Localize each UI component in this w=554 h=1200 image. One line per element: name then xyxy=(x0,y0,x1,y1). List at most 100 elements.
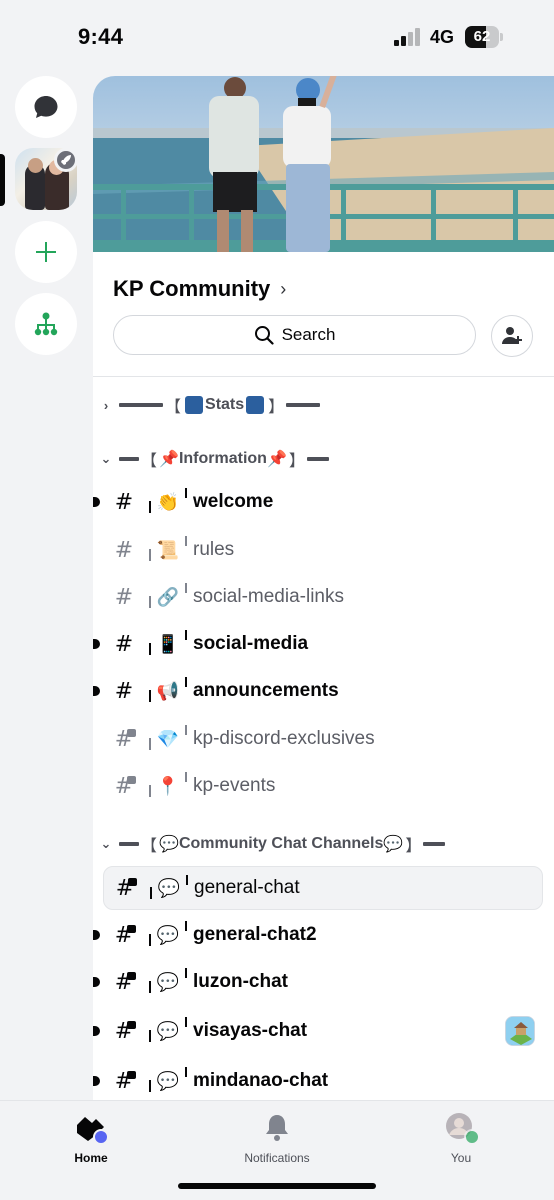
channel-luzon-chat[interactable]: # 💬 luzon-chat xyxy=(93,960,543,1004)
locked-hash-icon: # xyxy=(103,774,145,799)
hub-icon xyxy=(34,312,58,336)
channel-social-media[interactable]: # 📱 social-media xyxy=(93,622,543,666)
category-label: Stats xyxy=(205,396,245,413)
hash-icon: # xyxy=(114,678,134,704)
add-server-button[interactable] xyxy=(15,221,77,283)
channel-name: general-chat xyxy=(194,877,300,898)
channel-name: general-chat2 xyxy=(193,924,317,945)
speech-bubble-icon: 💬 xyxy=(157,877,181,898)
direct-messages-button[interactable] xyxy=(15,76,77,138)
locked-hash-icon: # xyxy=(103,1019,145,1044)
unread-indicator xyxy=(93,1076,100,1086)
status-time: 9:44 xyxy=(78,24,124,49)
speech-bubble-icon: 💬 xyxy=(159,836,179,853)
category-information[interactable]: ⌄ 【 📌 Information 📌 】 xyxy=(99,447,329,471)
hash-icon: # xyxy=(114,489,134,515)
locked-hash-icon: # xyxy=(103,1069,145,1094)
battery-icon: 62 xyxy=(465,26,503,48)
chevron-down-icon: ⌄ xyxy=(100,836,112,851)
add-member-icon xyxy=(502,327,522,344)
invite-members-button[interactable] xyxy=(491,315,533,357)
channel-name: luzon-chat xyxy=(193,971,288,992)
discover-button[interactable] xyxy=(15,293,77,355)
search-icon xyxy=(254,326,274,345)
channel-name: social-media-links xyxy=(193,586,344,607)
activity-app-icon[interactable] xyxy=(505,1016,535,1046)
nav-home[interactable]: Home xyxy=(31,1111,151,1165)
phone-icon: 📱 xyxy=(156,633,180,654)
channel-name: welcome xyxy=(193,491,274,512)
category-label: Information xyxy=(178,450,267,467)
megaphone-icon: 📢 xyxy=(156,680,180,701)
home-indicator xyxy=(178,1183,376,1189)
server-banner xyxy=(93,76,554,252)
pushpin-icon: 📌 xyxy=(159,451,179,468)
speech-bubble-icon: 💬 xyxy=(383,836,404,853)
unread-indicator xyxy=(93,1026,100,1036)
nav-notifications-label: Notifications xyxy=(244,1151,310,1165)
hash-icon: # xyxy=(114,584,134,610)
battery-level: 62 xyxy=(473,28,491,45)
avatar xyxy=(444,1111,480,1145)
nav-notifications[interactable]: Notifications xyxy=(217,1111,337,1165)
speech-bubble-icon: 💬 xyxy=(156,971,180,992)
unread-indicator xyxy=(93,497,100,507)
channel-name: kp-events xyxy=(193,775,276,796)
channel-panel: KP Community › Search › 【 Stats 】 ⌄ 【 📌 xyxy=(93,76,554,1100)
server-header[interactable]: KP Community › xyxy=(113,276,286,302)
chart-icon xyxy=(185,396,204,414)
locked-hash-icon: # xyxy=(103,727,145,752)
channel-name: mindanao-chat xyxy=(193,1070,329,1091)
hash-icon: # xyxy=(114,537,134,563)
locked-hash-icon: # xyxy=(104,876,146,901)
channel-general-chat[interactable]: # 💬 general-chat xyxy=(103,866,543,910)
channel-mindanao-chat[interactable]: # 💬 mindanao-chat xyxy=(93,1059,543,1100)
channel-name: kp-discord-exclusives xyxy=(193,728,375,749)
nav-home-label: Home xyxy=(74,1151,108,1165)
gem-icon: 💎 xyxy=(156,728,180,749)
speech-bubble-icon: 💬 xyxy=(156,1020,180,1041)
channel-general-chat2[interactable]: # 💬 general-chat2 xyxy=(93,913,543,957)
divider xyxy=(93,376,554,377)
hash-icon: # xyxy=(114,631,134,657)
channel-kp-discord-exclusives[interactable]: # 💎 kp-discord-exclusives xyxy=(103,717,543,761)
locked-hash-icon: # xyxy=(103,923,145,948)
unread-indicator xyxy=(93,686,100,696)
channel-social-media-links[interactable]: # 🔗 social-media-links xyxy=(103,575,543,619)
chevron-right-icon: › xyxy=(103,397,109,413)
search-input[interactable]: Search xyxy=(113,315,476,355)
speech-bubble-icon: 💬 xyxy=(156,924,180,945)
chart-icon xyxy=(246,396,265,414)
server-rail xyxy=(0,76,93,1100)
channel-name: announcements xyxy=(193,680,339,701)
channel-name: social-media xyxy=(193,633,309,654)
plus-icon xyxy=(36,242,56,262)
chevron-down-icon: ⌄ xyxy=(100,451,112,466)
category-stats[interactable]: › 【 Stats 】 xyxy=(99,393,321,417)
nav-you[interactable]: You xyxy=(401,1111,521,1165)
status-bar: 9:44 4G 62 xyxy=(0,0,554,76)
chat-bubble-icon xyxy=(34,96,58,118)
selected-server-indicator xyxy=(0,154,5,206)
network-label: 4G xyxy=(430,27,455,47)
pin-icon: 📍 xyxy=(156,775,180,796)
category-community-chat-channels[interactable]: ⌄ 【 💬 Community Chat Channels 💬 】 xyxy=(99,832,446,856)
locked-hash-icon: # xyxy=(103,970,145,995)
nav-you-label: You xyxy=(450,1151,472,1165)
unread-indicator xyxy=(93,977,100,987)
unread-indicator xyxy=(93,639,100,649)
channel-visayas-chat[interactable]: # 💬 visayas-chat xyxy=(93,1009,543,1053)
home-icon xyxy=(74,1111,109,1145)
clap-icon: 👏 xyxy=(156,491,180,512)
channel-announcements[interactable]: # 📢 announcements xyxy=(93,669,543,713)
chevron-right-icon: › xyxy=(280,278,287,299)
channel-name: rules xyxy=(193,539,235,560)
channel-welcome[interactable]: # 👏 welcome xyxy=(93,480,543,524)
rocket-icon xyxy=(54,148,78,172)
server-name: KP Community xyxy=(113,276,271,301)
channel-name: visayas-chat xyxy=(193,1020,308,1041)
scroll-icon: 📜 xyxy=(156,539,180,560)
channel-rules[interactable]: # 📜 rules xyxy=(103,528,543,572)
channel-kp-events[interactable]: # 📍 kp-events xyxy=(103,764,543,808)
bell-icon xyxy=(260,1111,294,1145)
